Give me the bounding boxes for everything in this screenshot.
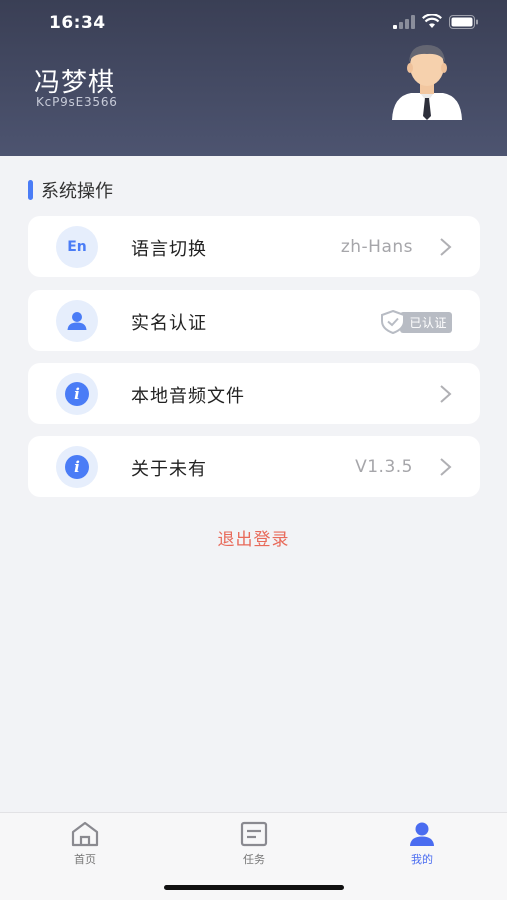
real-name-verification-label: 实名认证 (131, 313, 207, 334)
logout-button[interactable]: 退出登录 (0, 525, 507, 550)
profile-icon (410, 822, 434, 846)
section-title: 系统操作 (28, 177, 113, 203)
battery-icon (449, 14, 478, 29)
tab-tasks[interactable]: 任务 (214, 821, 294, 867)
tab-profile[interactable]: 我的 (382, 821, 462, 867)
version-value: V1.3.5 (355, 457, 413, 477)
shield-check-icon (381, 310, 406, 334)
status-icons (393, 14, 479, 29)
chevron-right-icon (440, 238, 452, 256)
tab-profile-label: 我的 (411, 853, 433, 866)
chevron-right-icon (440, 458, 452, 476)
home-icon (71, 821, 99, 847)
user-icon (56, 300, 98, 342)
home-indicator (164, 885, 344, 890)
verified-badge: 已认证 (380, 310, 452, 334)
language-switch-row[interactable]: En 语言切换 zh-Hans (28, 216, 480, 277)
info-icon: i (56, 446, 98, 488)
about-row[interactable]: i 关于未有 V1.3.5 (28, 436, 480, 497)
about-label: 关于未有 (131, 459, 207, 480)
section-accent-bar (28, 180, 33, 200)
wifi-icon (422, 14, 442, 28)
language-icon-text: En (67, 239, 87, 255)
signal-icon (393, 14, 415, 29)
user-id: KcP9sE3566 (36, 95, 118, 109)
user-name: 冯梦棋 (34, 68, 116, 98)
local-audio-files-row[interactable]: i 本地音频文件 (28, 363, 480, 424)
tab-home[interactable]: 首页 (45, 821, 125, 867)
language-value: zh-Hans (340, 237, 413, 257)
task-icon (240, 821, 268, 847)
chevron-right-icon (440, 385, 452, 403)
local-audio-files-label: 本地音频文件 (131, 386, 245, 407)
tab-tasks-label: 任务 (243, 853, 265, 866)
tab-home-label: 首页 (74, 853, 96, 866)
avatar[interactable] (387, 40, 467, 120)
status-time: 16:34 (49, 13, 106, 33)
info-icon: i (56, 373, 98, 415)
verified-badge-text: 已认证 (400, 311, 452, 333)
real-name-verification-row[interactable]: 实名认证 已认证 (28, 290, 480, 351)
language-switch-label: 语言切换 (131, 239, 207, 260)
section-title-text: 系统操作 (41, 181, 113, 202)
profile-header: 16:34 冯梦棋 KcP9sE3566 (0, 0, 507, 156)
language-icon: En (56, 226, 98, 268)
